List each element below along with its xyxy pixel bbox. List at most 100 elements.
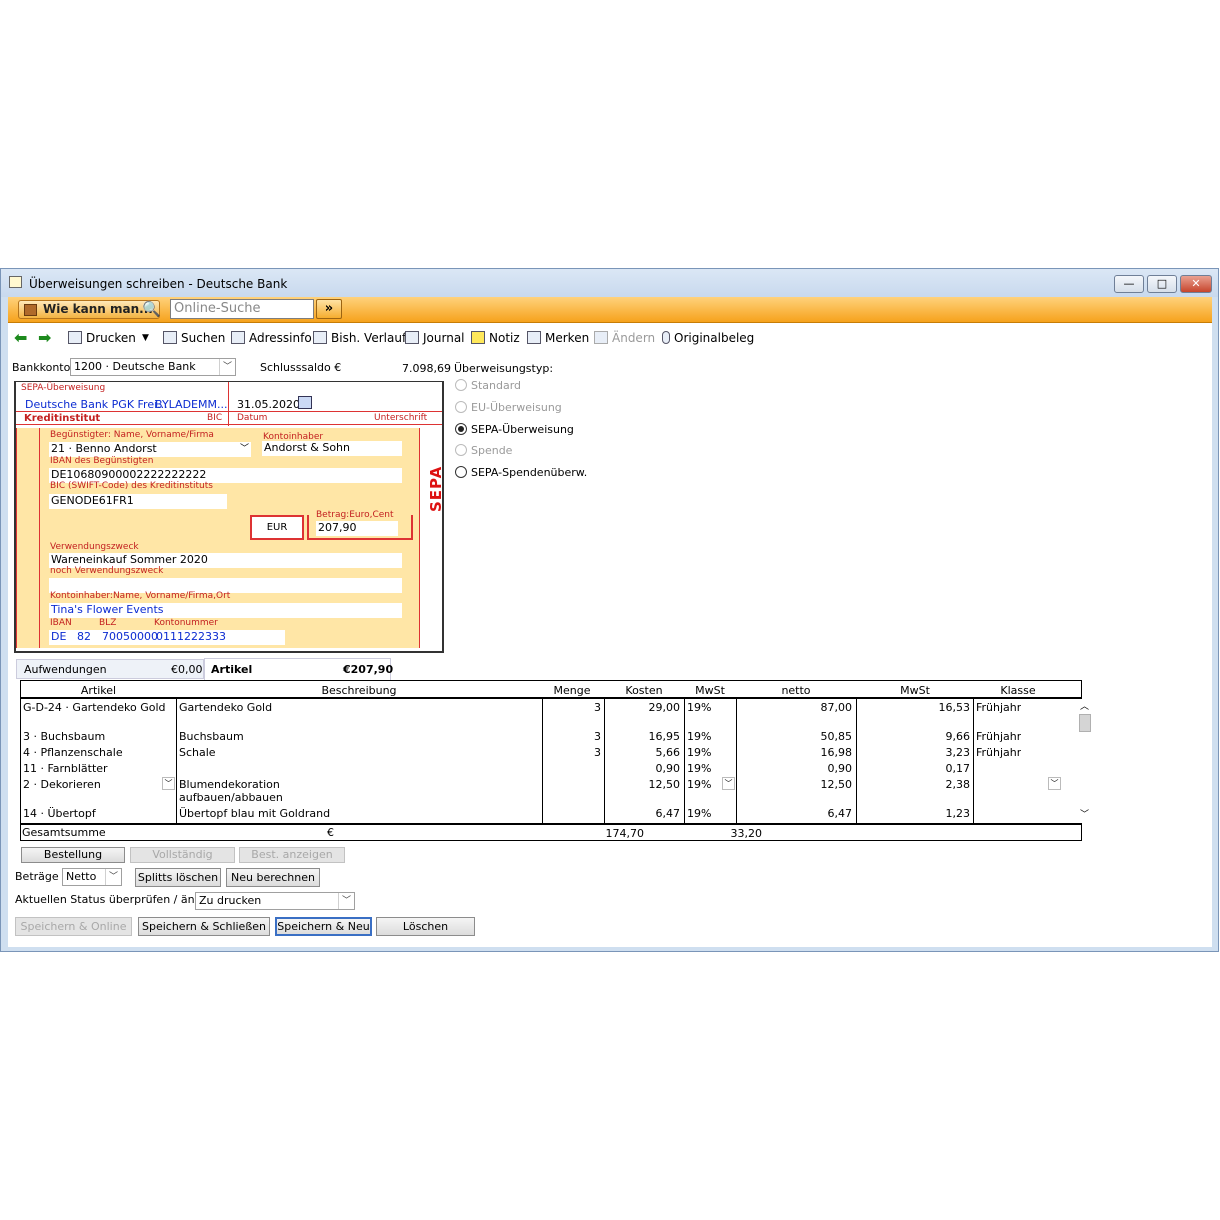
signature-label: Unterschrift <box>374 413 428 423</box>
cell-kosten[interactable]: 12,50 <box>604 778 681 791</box>
institute-label: Kreditinstitut <box>24 413 101 424</box>
maximize-button[interactable]: □ <box>1147 275 1177 293</box>
chevron-down-icon[interactable]: ﹀ <box>722 777 735 790</box>
col-header: MwSt <box>695 684 725 697</box>
remember-button[interactable]: Merken <box>527 331 589 345</box>
form-body: Begünstigter: Name, Vorname/Firma 21 · B… <box>16 428 420 648</box>
date-field[interactable]: 31.05.2020 <box>237 398 300 411</box>
order-button[interactable]: Bestellung <box>21 847 125 863</box>
remember-label: Merken <box>545 331 590 345</box>
col-header: Menge <box>553 684 591 697</box>
cell-mwst[interactable]: 19% <box>687 778 711 791</box>
date-label: Datum <box>237 413 268 423</box>
save-close-button[interactable]: Speichern & Schließen <box>138 917 270 936</box>
delete-splits-button[interactable]: Splitts löschen <box>135 868 221 887</box>
search-button[interactable]: Suchen <box>163 331 225 345</box>
sender-account: 0111222333 <box>156 630 226 643</box>
amount-label: Betrag:Euro,Cent <box>316 510 394 520</box>
window-title: Überweisungen schreiben - Deutsche Bank <box>29 277 288 291</box>
bank-account-select[interactable]: 1200 · Deutsche Bank ﹀ <box>70 358 236 376</box>
cell-mwst-betrag: 1,23 <box>945 807 971 820</box>
items-table: Artikel Beschreibung Menge Kosten MwSt n… <box>20 680 1092 841</box>
note-icon <box>471 331 485 344</box>
cell-netto[interactable]: 12,50 <box>736 778 853 791</box>
purpose-label: Verwendungszweck <box>50 542 139 552</box>
scroll-up-icon[interactable]: ︿ <box>1080 699 1089 712</box>
journal-button[interactable]: Journal <box>405 331 465 345</box>
cell-netto: 6,47 <box>827 807 853 820</box>
table-scrollbar[interactable]: ︿ ﹀ <box>1078 699 1092 823</box>
change-button[interactable]: Ändern <box>594 331 655 345</box>
sender-field: Tina's Flower Events <box>49 603 402 618</box>
complete-button[interactable]: Vollständig <box>130 847 235 863</box>
cell-netto: 50,85 <box>820 730 853 743</box>
original-receipt-button[interactable]: Originalbeleg <box>662 331 754 345</box>
how-to-button[interactable]: Wie kann man... <box>18 300 160 319</box>
cell-klasse: Frühjahr <box>976 746 1022 759</box>
tab-items[interactable]: Artikel €207,90 <box>204 658 393 680</box>
scroll-thumb[interactable] <box>1079 714 1091 732</box>
chevron-down-icon[interactable]: ﹀ <box>162 777 175 790</box>
radio-eu-transfer[interactable]: EU-Überweisung <box>455 401 562 414</box>
sender-country: DE <box>51 630 67 643</box>
status-select[interactable]: Zu drucken ﹀ <box>195 892 355 910</box>
sender-iban-label: IBAN <box>50 618 72 628</box>
amount-field[interactable]: 207,90 <box>316 521 398 536</box>
form-line <box>16 411 442 412</box>
address-info-button[interactable]: Adressinfo <box>231 331 312 345</box>
payee-select[interactable]: 21 · Benno Andorst ﹀ <box>49 442 251 457</box>
total-tax: 33,20 <box>730 827 763 840</box>
radio-label: SEPA-Überweisung <box>471 423 574 436</box>
scroll-down-icon[interactable]: ﹀ <box>1080 807 1089 820</box>
cell-menge: 3 <box>594 730 601 743</box>
col-header: Beschreibung <box>321 684 397 697</box>
delete-button[interactable]: Löschen <box>376 917 475 936</box>
tab-expenses[interactable]: Aufwendungen €0,00 <box>16 659 204 679</box>
purpose2-label: noch Verwendungszweck <box>50 566 164 576</box>
printer-icon <box>68 331 82 344</box>
close-button[interactable]: ✕ <box>1180 275 1212 293</box>
bic-code-field[interactable]: GENODE61FR1 <box>49 494 227 509</box>
chevron-down-icon[interactable]: ﹀ <box>1048 777 1061 790</box>
tab-expenses-value: €0,00 <box>171 663 203 676</box>
history-button[interactable]: Bish. Verlauf <box>313 331 406 345</box>
calendar-icon[interactable] <box>298 396 312 409</box>
radio-label: EU-Überweisung <box>471 401 562 414</box>
search-label: Suchen <box>181 331 226 345</box>
address-book-icon <box>231 331 245 344</box>
form-line <box>16 424 442 425</box>
recalculate-button[interactable]: Neu berechnen <box>226 868 320 887</box>
radio-sepa-transfer[interactable]: SEPA-Überweisung <box>455 423 574 436</box>
cell-kosten: 29,00 <box>648 701 681 714</box>
sender-blz: 70050000 <box>102 630 158 643</box>
cell-beschreibung: Buchsbaum <box>179 730 244 743</box>
minimize-button[interactable]: — <box>1114 275 1144 293</box>
print-button[interactable]: Drucken <box>68 331 136 345</box>
back-arrow-icon[interactable]: ⬅ <box>14 330 27 346</box>
form-margin <box>39 428 40 648</box>
col-header: MwSt <box>900 684 930 697</box>
print-label: Drucken <box>86 331 136 345</box>
radio-standard[interactable]: Standard <box>455 379 521 392</box>
col-divider <box>736 699 737 823</box>
cell-artikel[interactable]: 2 · Dekorieren <box>23 778 101 791</box>
search-go-button[interactable]: » <box>316 299 342 319</box>
cell-beschreibung-line2: aufbauen/abbauen <box>179 791 283 804</box>
help-bar: Wie kann man... 🔍 Online-Suche » <box>8 297 1212 323</box>
holder-field[interactable]: Andorst & Sohn <box>262 441 402 456</box>
amounts-mode-select[interactable]: Netto ﹀ <box>62 868 122 886</box>
cell-beschreibung[interactable]: Blumendekoration <box>179 778 280 791</box>
save-disk-icon <box>527 331 541 344</box>
show-order-button[interactable]: Best. anzeigen <box>239 847 345 863</box>
cell-klasse: Frühjahr <box>976 701 1022 714</box>
sender-account-label: Kontonummer <box>154 618 218 628</box>
note-button[interactable]: Notiz <box>471 331 520 345</box>
forward-arrow-icon[interactable]: ➡ <box>38 330 51 346</box>
radio-donation[interactable]: Spende <box>455 444 512 457</box>
save-new-button[interactable]: Speichern & Neu <box>275 917 372 936</box>
radio-sepa-donation[interactable]: SEPA-Spendenüberw. <box>455 466 587 479</box>
save-online-button[interactable]: Speichern & Online <box>15 917 132 936</box>
online-search-input[interactable]: Online-Suche <box>170 299 314 319</box>
print-dropdown-icon[interactable]: ▼ <box>142 333 149 343</box>
how-to-label: Wie kann man... <box>43 302 153 316</box>
